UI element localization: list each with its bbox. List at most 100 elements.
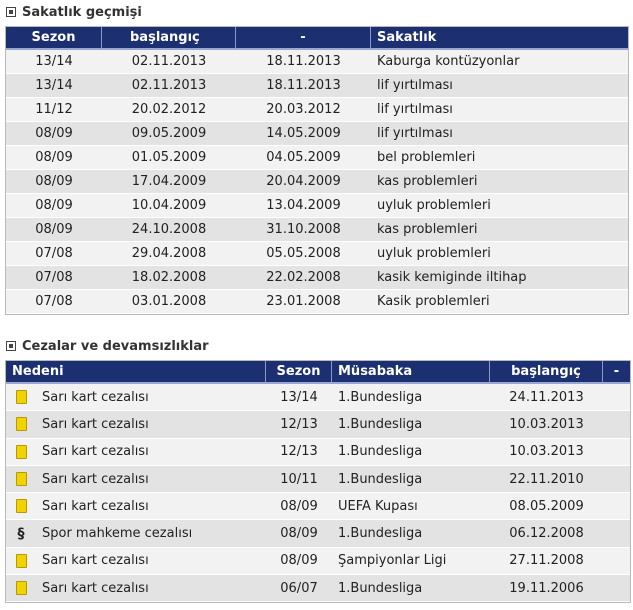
injury-cell: kas problemleri — [371, 218, 628, 242]
table-row: § Spor mahkeme cezalısı 08/09 1.Bundesliga 0… — [6, 520, 630, 548]
injury-cell: lif yırtılması — [371, 122, 628, 146]
start-date-cell: 20.02.2012 — [102, 98, 236, 122]
penalties-title: Cezalar ve devamsızlıklar — [22, 338, 209, 354]
icon-cell — [6, 575, 36, 603]
yellow-card-icon — [15, 553, 27, 568]
paragraph-icon: § — [17, 525, 25, 542]
start-date-cell: 24.11.2013 — [490, 384, 603, 412]
col-header-end[interactable]: - — [236, 27, 371, 50]
end-date-cell — [603, 438, 630, 466]
reason-cell: Spor mahkeme cezalısı — [36, 520, 266, 548]
table-row: Sarı kart cezalısı 13/14 1.Bundesliga 24.11… — [6, 384, 630, 412]
col-header-season[interactable]: Sezon — [266, 361, 332, 384]
penalties-heading: Cezalar ve devamsızlıklar — [5, 336, 631, 356]
icon-cell — [6, 465, 36, 494]
season-cell: 08/09 — [6, 194, 102, 218]
start-date-cell: 17.04.2009 — [102, 170, 236, 194]
start-date-cell: 06.12.2008 — [490, 520, 603, 548]
penalties-table-frame: Nedeni Sezon Müsabaka başlangıç - Sarı k… — [5, 360, 631, 604]
season-cell: 12/13 — [266, 411, 332, 439]
end-date-cell: 22.02.2008 — [236, 266, 371, 290]
col-header-start[interactable]: başlangıç — [490, 361, 603, 384]
icon-cell — [6, 384, 36, 412]
end-date-cell: 20.03.2012 — [236, 98, 371, 122]
penalties-table-body: Sarı kart cezalısı 13/14 1.Bundesliga 24.11… — [6, 384, 630, 603]
end-date-cell — [603, 411, 630, 439]
end-date-cell: 23.01.2008 — [236, 290, 371, 314]
season-cell: 08/09 — [266, 520, 332, 548]
competition-cell: 1.Bundesliga — [332, 575, 490, 603]
penalties-table: Nedeni Sezon Müsabaka başlangıç - Sarı k… — [6, 361, 630, 603]
yellow-card-icon — [15, 472, 27, 487]
table-row: 11/12 20.02.2012 20.03.2012 lif yırtılması — [6, 98, 628, 122]
season-cell: 07/08 — [6, 242, 102, 266]
end-date-cell — [603, 575, 630, 603]
icon-cell — [6, 493, 36, 521]
start-date-cell: 10.03.2013 — [490, 411, 603, 439]
reason-cell: Sarı kart cezalısı — [36, 411, 266, 439]
col-header-end[interactable]: - — [603, 361, 630, 384]
icon-cell — [6, 438, 36, 466]
season-cell: 08/09 — [6, 146, 102, 170]
end-date-cell — [603, 465, 630, 494]
col-header-competition[interactable]: Müsabaka — [332, 361, 490, 384]
penalties-table-header: Nedeni Sezon Müsabaka başlangıç - — [6, 361, 630, 384]
icon-cell: § — [6, 520, 36, 548]
yellow-card-icon — [15, 390, 27, 405]
col-header-start[interactable]: başlangıç — [102, 27, 236, 50]
injury-table-header: Sezon başlangıç - Sakatlık — [6, 27, 628, 50]
start-date-cell: 18.02.2008 — [102, 266, 236, 290]
season-cell: 12/13 — [266, 438, 332, 466]
table-row: 08/09 09.05.2009 14.05.2009 lif yırtılması — [6, 122, 628, 146]
season-cell: 11/12 — [6, 98, 102, 122]
table-row: Sarı kart cezalısı 08/09 Şampiyonlar Ligi 2… — [6, 547, 630, 576]
end-date-cell: 18.11.2013 — [236, 50, 371, 74]
start-date-cell: 08.05.2009 — [490, 493, 603, 521]
col-header-season[interactable]: Sezon — [6, 27, 102, 50]
competition-cell: Şampiyonlar Ligi — [332, 547, 490, 576]
injury-table: Sezon başlangıç - Sakatlık 13/14 02.11.20… — [6, 27, 628, 314]
col-header-injury[interactable]: Sakatlık — [371, 27, 628, 50]
season-cell: 13/14 — [266, 384, 332, 412]
reason-cell: Sarı kart cezalısı — [36, 493, 266, 521]
yellow-card-icon — [15, 417, 27, 432]
col-header-reason[interactable]: Nedeni — [6, 361, 266, 384]
competition-cell: 1.Bundesliga — [332, 520, 490, 548]
table-row: Sarı kart cezalısı 06/07 1.Bundesliga 19.11… — [6, 575, 630, 603]
section-square-icon — [6, 341, 16, 351]
yellow-card-icon — [15, 444, 27, 459]
table-row: 08/09 17.04.2009 20.04.2009 kas problemleri — [6, 170, 628, 194]
season-cell: 06/07 — [266, 575, 332, 603]
table-row: Sarı kart cezalısı 10/11 1.Bundesliga 22.11… — [6, 465, 630, 494]
season-cell: 07/08 — [6, 266, 102, 290]
injury-table-frame: Sezon başlangıç - Sakatlık 13/14 02.11.20… — [5, 26, 629, 315]
injury-history-heading: Sakatlık geçmişi — [5, 2, 629, 22]
end-date-cell — [603, 384, 630, 412]
start-date-cell: 09.05.2009 — [102, 122, 236, 146]
injury-history-title: Sakatlık geçmişi — [22, 4, 142, 20]
table-row: 13/14 02.11.2013 18.11.2013 lif yırtılması — [6, 74, 628, 98]
injury-table-body: 13/14 02.11.2013 18.11.2013 Kaburga kontüzy… — [6, 50, 628, 314]
injury-cell: uyluk problemleri — [371, 194, 628, 218]
section-square-icon — [6, 7, 16, 17]
end-date-cell: 20.04.2009 — [236, 170, 371, 194]
table-row: Sarı kart cezalısı 08/09 UEFA Kupası 08.05.… — [6, 493, 630, 521]
season-cell: 13/14 — [6, 50, 102, 74]
table-row: 13/14 02.11.2013 18.11.2013 Kaburga kontüzy… — [6, 50, 628, 74]
competition-cell: 1.Bundesliga — [332, 384, 490, 412]
table-row: 08/09 01.05.2009 04.05.2009 bel problemleri — [6, 146, 628, 170]
icon-cell — [6, 411, 36, 439]
end-date-cell — [603, 520, 630, 548]
season-cell: 08/09 — [6, 122, 102, 146]
start-date-cell: 10.03.2013 — [490, 438, 603, 466]
end-date-cell: 31.10.2008 — [236, 218, 371, 242]
start-date-cell: 03.01.2008 — [102, 290, 236, 314]
season-cell: 08/09 — [6, 218, 102, 242]
competition-cell: 1.Bundesliga — [332, 411, 490, 439]
start-date-cell: 01.05.2009 — [102, 146, 236, 170]
end-date-cell — [603, 547, 630, 576]
table-row: 07/08 03.01.2008 23.01.2008 Kasik problemle… — [6, 290, 628, 314]
penalties-section: Cezalar ve devamsızlıklar Nedeni Sezon M… — [5, 336, 631, 604]
injury-cell: Kasik problemleri — [371, 290, 628, 314]
competition-cell: 1.Bundesliga — [332, 465, 490, 494]
